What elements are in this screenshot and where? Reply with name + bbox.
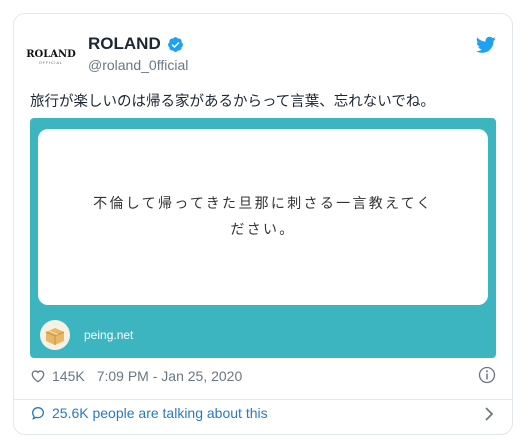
user-handle[interactable]: @roland_0fficial [88,57,188,73]
display-name[interactable]: ROLAND [88,34,161,54]
question-card: 不倫して帰ってきた旦那に刺さる一言教えてく ださい。 [38,129,488,305]
tweet-text: 旅行が楽しいのは帰る家があるからって言葉、忘れないでね。 [30,94,435,110]
question-text: 不倫して帰ってきた旦那に刺さる一言教えてく ださい。 [56,191,470,243]
twitter-bird-icon[interactable] [476,36,496,54]
discussion-link[interactable]: 25.6K people are talking about this [30,405,268,421]
question-line-2: ださい。 [230,222,296,238]
tweet-media[interactable]: 不倫して帰ってきた旦那に刺さる一言教えてく ださい。 peing.net [30,118,496,358]
tweet-card[interactable]: ROLAND OFFICIAL ROLAND @roland_0fficial … [13,13,513,435]
info-icon[interactable] [478,366,496,384]
avatar[interactable]: ROLAND OFFICIAL [26,36,76,78]
avatar-logo: ROLAND [26,49,76,60]
chevron-right-icon[interactable] [484,407,494,421]
tweet-timestamp[interactable]: 7:09 PM - Jan 25, 2020 [97,368,243,384]
heart-icon[interactable] [30,368,46,384]
question-line-1: 不倫して帰ってきた旦那に刺さる一言教えてく [93,196,433,212]
footer-divider [14,399,512,400]
speech-bubble-icon [31,406,45,420]
tweet-meta: 145K 7:09 PM - Jan 25, 2020 [30,368,242,384]
discussion-label[interactable]: 25.6K people are talking about this [52,405,268,421]
peing-site-label: peing.net [84,328,134,342]
peing-box-icon [40,320,70,350]
avatar-logo-sub: OFFICIAL [39,61,63,65]
author-name-row[interactable]: ROLAND [88,34,184,54]
verified-icon [167,36,183,52]
like-count[interactable]: 145K [52,368,85,384]
